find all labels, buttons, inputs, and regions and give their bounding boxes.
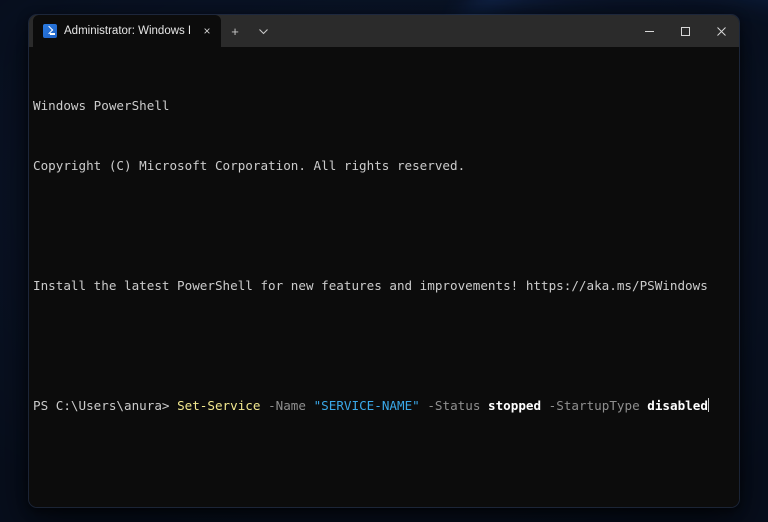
powershell-icon bbox=[43, 24, 57, 38]
prompt-prefix: PS C:\Users\anura> bbox=[33, 398, 178, 413]
space-5 bbox=[541, 398, 549, 413]
tab-title: Administrator: Windows PowerS bbox=[64, 25, 190, 37]
param-name: -Name bbox=[268, 398, 306, 413]
command-line[interactable]: PS C:\Users\anura> Set-Service -Name "SE… bbox=[33, 396, 739, 416]
close-tab-icon[interactable]: × bbox=[197, 21, 217, 41]
desktop: Administrator: Windows PowerS × + bbox=[0, 0, 768, 522]
command-name: Set-Service bbox=[177, 398, 261, 413]
space-1 bbox=[260, 398, 268, 413]
value-status: stopped bbox=[488, 398, 542, 413]
maximize-button[interactable] bbox=[667, 15, 703, 47]
new-tab-button[interactable]: + bbox=[221, 18, 249, 44]
banner-line-2: Copyright (C) Microsoft Corporation. All… bbox=[33, 158, 466, 173]
value-service-name: "SERVICE-NAME" bbox=[313, 398, 420, 413]
window-titlebar[interactable]: Administrator: Windows PowerS × + bbox=[29, 15, 739, 47]
minimize-button[interactable] bbox=[631, 15, 667, 47]
banner-line-3: Install the latest PowerShell for new fe… bbox=[33, 278, 708, 293]
terminal-output-area[interactable]: Windows PowerShell Copyright (C) Microso… bbox=[29, 47, 739, 507]
close-button[interactable] bbox=[703, 15, 739, 47]
chevron-down-icon[interactable] bbox=[249, 18, 277, 44]
space-2 bbox=[306, 398, 314, 413]
space-4 bbox=[480, 398, 488, 413]
terminal-window: Administrator: Windows PowerS × + bbox=[28, 14, 740, 508]
tab-powershell[interactable]: Administrator: Windows PowerS × bbox=[33, 15, 221, 47]
param-status: -Status bbox=[427, 398, 481, 413]
param-startuptype: -StartupType bbox=[548, 398, 640, 413]
value-startuptype: disabled bbox=[647, 398, 708, 413]
banner-line-1: Windows PowerShell bbox=[33, 98, 170, 113]
tab-strip: Administrator: Windows PowerS × + bbox=[29, 15, 277, 47]
text-cursor bbox=[707, 398, 710, 412]
window-caption-buttons bbox=[631, 15, 739, 47]
